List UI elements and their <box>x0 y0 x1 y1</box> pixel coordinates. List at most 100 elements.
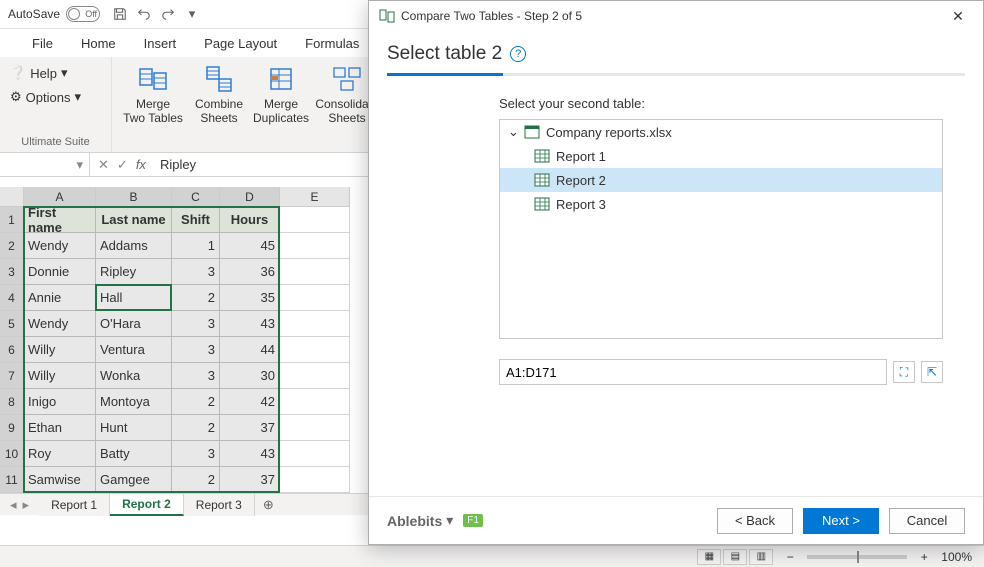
cell[interactable] <box>280 363 350 389</box>
cell[interactable]: Willy <box>24 337 96 363</box>
name-box[interactable]: ▾ <box>0 153 90 176</box>
column-header[interactable]: B <box>96 187 172 207</box>
info-icon[interactable]: ? <box>510 46 526 62</box>
add-sheet-button[interactable]: ⊕ <box>255 497 282 513</box>
zoom-in-button[interactable]: + <box>917 550 931 564</box>
cell[interactable]: 35 <box>220 285 280 311</box>
cell[interactable]: 43 <box>220 441 280 467</box>
table-header-cell[interactable]: First name <box>24 207 96 233</box>
cell[interactable] <box>280 441 350 467</box>
cell[interactable]: Batty <box>96 441 172 467</box>
cell[interactable]: O'Hara <box>96 311 172 337</box>
cell[interactable] <box>280 259 350 285</box>
autosave-control[interactable]: AutoSave Off <box>8 6 100 22</box>
column-header[interactable]: C <box>172 187 220 207</box>
expand-range-icon[interactable]: ⛶ <box>893 361 915 383</box>
cell[interactable]: 3 <box>172 337 220 363</box>
cell[interactable]: Donnie <box>24 259 96 285</box>
cell[interactable] <box>280 389 350 415</box>
cell[interactable]: 2 <box>172 467 220 493</box>
cell[interactable]: 30 <box>220 363 280 389</box>
tree-sheet-item[interactable]: Report 3 <box>500 192 942 216</box>
close-button[interactable]: ✕ <box>943 8 973 25</box>
row-header[interactable]: 9 <box>0 415 24 441</box>
cell[interactable]: 1 <box>172 233 220 259</box>
row-header[interactable]: 5 <box>0 311 24 337</box>
cell[interactable]: Hunt <box>96 415 172 441</box>
cell[interactable] <box>280 467 350 493</box>
merge-two-tables-button[interactable]: Merge Two Tables <box>118 61 188 126</box>
sheet-nav-next-icon[interactable]: ▸ <box>23 497 30 513</box>
row-header[interactable]: 8 <box>0 389 24 415</box>
cell[interactable] <box>280 415 350 441</box>
cell[interactable]: Ripley <box>96 259 172 285</box>
cell[interactable]: 2 <box>172 415 220 441</box>
table-header-cell[interactable]: Hours <box>220 207 280 233</box>
cell[interactable]: 43 <box>220 311 280 337</box>
row-header[interactable]: 4 <box>0 285 24 311</box>
view-page-layout-icon[interactable]: ▤ <box>723 549 747 565</box>
table-header-cell[interactable]: Shift <box>172 207 220 233</box>
cell[interactable]: 2 <box>172 285 220 311</box>
cell[interactable]: 3 <box>172 259 220 285</box>
f1-help-badge[interactable]: F1 <box>463 514 483 527</box>
cell[interactable]: 37 <box>220 415 280 441</box>
cell[interactable]: Wendy <box>24 311 96 337</box>
table-tree[interactable]: ⌄ Company reports.xlsx Report 1Report 2R… <box>499 119 943 339</box>
cell[interactable] <box>280 337 350 363</box>
cell[interactable]: Wendy <box>24 233 96 259</box>
zoom-out-button[interactable]: − <box>783 550 797 564</box>
tree-sheet-item[interactable]: Report 2 <box>500 168 942 192</box>
sheet-nav-prev-icon[interactable]: ◂ <box>10 497 17 513</box>
cell[interactable]: Willy <box>24 363 96 389</box>
save-icon[interactable] <box>112 6 128 22</box>
column-header[interactable]: A <box>24 187 96 207</box>
chevron-down-icon[interactable]: ⌄ <box>508 124 518 140</box>
tab-home[interactable]: Home <box>67 29 130 57</box>
brand-label[interactable]: Ablebits▾ F1 <box>387 512 483 529</box>
row-header[interactable]: 7 <box>0 363 24 389</box>
fx-icon[interactable]: fx <box>136 157 146 172</box>
cell[interactable]: Gamgee <box>96 467 172 493</box>
cancel-button[interactable]: Cancel <box>889 508 965 534</box>
tab-insert[interactable]: Insert <box>130 29 191 57</box>
collapse-range-icon[interactable]: ⇱ <box>921 361 943 383</box>
accept-formula-icon[interactable]: ✓ <box>117 157 128 173</box>
cell[interactable]: Montoya <box>96 389 172 415</box>
tab-page-layout[interactable]: Page Layout <box>190 29 291 57</box>
tree-root-item[interactable]: ⌄ Company reports.xlsx <box>500 120 942 144</box>
autosave-toggle[interactable]: Off <box>66 6 100 22</box>
cell[interactable]: 2 <box>172 389 220 415</box>
cell[interactable]: Wonka <box>96 363 172 389</box>
column-header[interactable]: D <box>220 187 280 207</box>
redo-icon[interactable] <box>160 6 176 22</box>
table-header-cell[interactable]: Last name <box>96 207 172 233</box>
qat-dropdown-icon[interactable]: ▾ <box>184 6 200 22</box>
cell[interactable] <box>280 233 350 259</box>
row-header[interactable]: 3 <box>0 259 24 285</box>
tab-formulas[interactable]: Formulas <box>291 29 373 57</box>
cell[interactable]: Hall <box>96 285 172 311</box>
cell[interactable]: 45 <box>220 233 280 259</box>
cell[interactable]: Inigo <box>24 389 96 415</box>
cell[interactable]: 3 <box>172 441 220 467</box>
row-header[interactable]: 2 <box>0 233 24 259</box>
range-input[interactable] <box>499 359 887 385</box>
zoom-slider[interactable] <box>807 555 907 559</box>
cancel-formula-icon[interactable]: ✕ <box>98 157 109 173</box>
formula-value[interactable]: Ripley <box>154 157 196 172</box>
cell[interactable]: 3 <box>172 311 220 337</box>
column-header[interactable]: E <box>280 187 350 207</box>
cell[interactable]: 37 <box>220 467 280 493</box>
view-normal-icon[interactable]: ▦ <box>697 549 721 565</box>
cell[interactable] <box>280 311 350 337</box>
select-all-corner[interactable] <box>0 187 24 207</box>
cell[interactable]: Addams <box>96 233 172 259</box>
zoom-level[interactable]: 100% <box>941 550 972 564</box>
sheet-tab[interactable]: Report 2 <box>110 494 184 516</box>
cell[interactable] <box>280 207 350 233</box>
back-button[interactable]: < Back <box>717 508 793 534</box>
cell[interactable]: Samwise <box>24 467 96 493</box>
tree-sheet-item[interactable]: Report 1 <box>500 144 942 168</box>
cell[interactable]: Roy <box>24 441 96 467</box>
